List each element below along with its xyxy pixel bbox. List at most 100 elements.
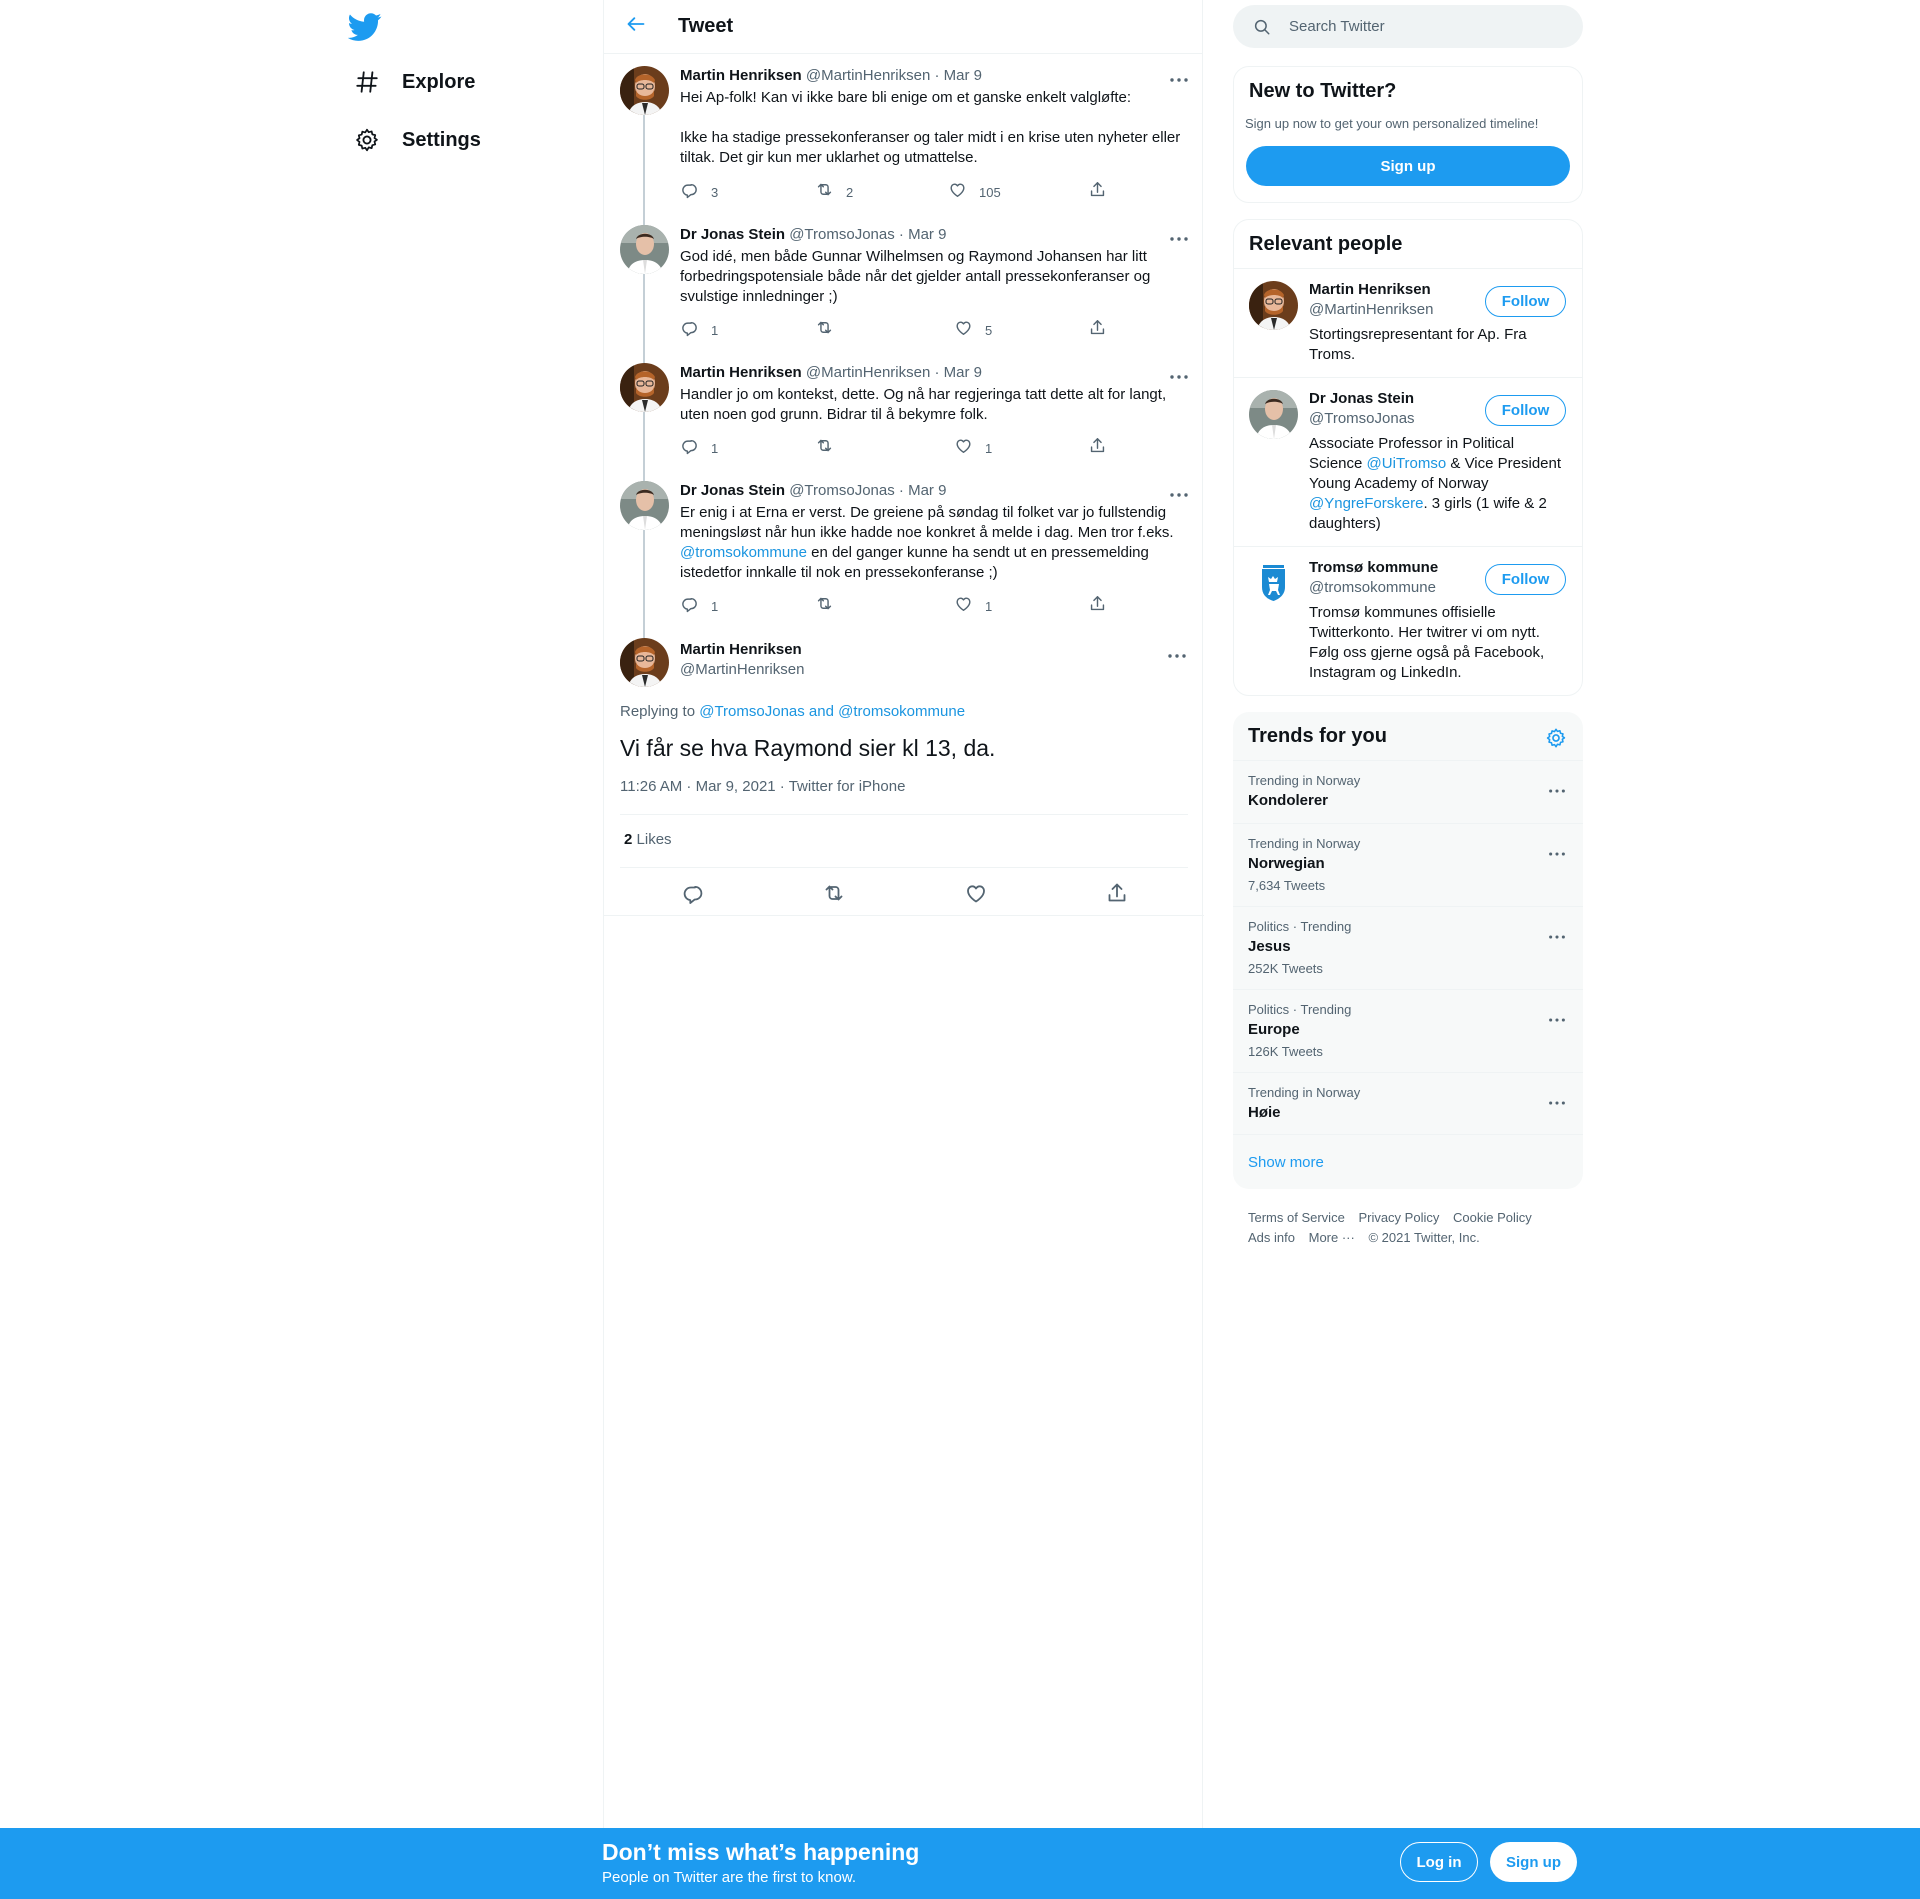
- more-icon[interactable]: [1547, 844, 1567, 854]
- trend-meta: Trending in Norway: [1248, 836, 1361, 851]
- show-more-link[interactable]: Show more: [1248, 1154, 1324, 1171]
- person-item[interactable]: Tromsø kommune @tromsokommune Tromsø kom…: [1234, 546, 1582, 696]
- avatar[interactable]: [1249, 390, 1298, 439]
- retweet-icon[interactable]: [822, 881, 848, 907]
- tweet-date[interactable]: Mar 9: [944, 364, 982, 381]
- like-button[interactable]: 1: [954, 436, 992, 460]
- retweet-button[interactable]: [815, 318, 834, 342]
- thread-tweet[interactable]: Martin Henriksen @MartinHenriksen · Mar …: [604, 64, 1204, 214]
- more-icon[interactable]: [1168, 70, 1190, 84]
- more-icon[interactable]: [1168, 485, 1190, 499]
- share-button[interactable]: [1088, 436, 1107, 460]
- trend-item[interactable]: Trending in Norway Kondolerer: [1233, 760, 1583, 823]
- trend-count: 252K Tweets: [1248, 961, 1323, 976]
- retweet-button[interactable]: [815, 436, 834, 460]
- thread-tweet[interactable]: Martin Henriksen @MartinHenriksen · Mar …: [604, 361, 1204, 471]
- trend-item[interactable]: Politics · Trending Jesus 252K Tweets: [1233, 906, 1583, 989]
- author-name[interactable]: Martin Henriksen: [680, 641, 802, 658]
- thread-tweet[interactable]: Dr Jonas Stein @TromsoJonas · Mar 9 God …: [604, 223, 1204, 353]
- person-name[interactable]: Dr Jonas Stein: [1309, 390, 1414, 407]
- author-name[interactable]: Martin Henriksen: [680, 364, 802, 381]
- tweet-timestamp[interactable]: 11:26 AM · Mar 9, 2021 · Twitter for iPh…: [620, 778, 905, 795]
- retweet-button[interactable]: 2: [815, 180, 853, 204]
- bottom-signup-bar: Don’t miss what’s happening People on Tw…: [0, 1828, 1920, 1899]
- mention-link[interactable]: @YngreForskere: [1309, 495, 1423, 512]
- mention-link[interactable]: @UiTromso: [1367, 455, 1447, 472]
- more-icon[interactable]: [1168, 367, 1190, 381]
- author-handle[interactable]: @TromsoJonas: [789, 482, 895, 499]
- author-handle[interactable]: @TromsoJonas: [789, 226, 895, 243]
- reply-button[interactable]: 3: [680, 180, 718, 204]
- share-button[interactable]: [1088, 318, 1107, 342]
- thread-tweet[interactable]: Dr Jonas Stein @TromsoJonas · Mar 9 Er e…: [604, 479, 1204, 629]
- trend-item[interactable]: Politics · Trending Europe 126K Tweets: [1233, 989, 1583, 1072]
- person-handle[interactable]: @tromsokommune: [1309, 579, 1436, 596]
- mention-link[interactable]: @tromsokommune: [680, 544, 807, 561]
- author-handle[interactable]: @MartinHenriksen: [806, 364, 930, 381]
- author-handle[interactable]: @MartinHenriksen: [806, 67, 930, 84]
- more-link[interactable]: More ···: [1309, 1230, 1355, 1245]
- avatar[interactable]: [620, 66, 669, 115]
- search-input[interactable]: Search Twitter: [1233, 5, 1583, 48]
- nav-explore[interactable]: Explore: [352, 58, 475, 106]
- tweet-date[interactable]: Mar 9: [908, 226, 946, 243]
- more-icon[interactable]: [1547, 1093, 1567, 1103]
- log-in-button[interactable]: Log in: [1400, 1842, 1478, 1882]
- bottom-bar-subtitle: People on Twitter are the first to know.: [602, 1869, 857, 1886]
- share-button[interactable]: [1088, 594, 1107, 618]
- sign-up-button[interactable]: Sign up: [1246, 146, 1570, 186]
- follow-button[interactable]: Follow: [1485, 286, 1566, 317]
- more-icon[interactable]: [1166, 646, 1188, 660]
- reply-count: 1: [711, 322, 719, 338]
- person-handle[interactable]: @MartinHenriksen: [1309, 301, 1433, 318]
- reply-button[interactable]: 1: [680, 436, 718, 460]
- author-handle[interactable]: @MartinHenriksen: [680, 661, 804, 678]
- trend-item[interactable]: Trending in Norway Norwegian 7,634 Tweet…: [1233, 823, 1583, 906]
- like-button[interactable]: 105: [948, 180, 1001, 204]
- reply-icon[interactable]: [681, 881, 707, 907]
- more-icon[interactable]: [1547, 781, 1567, 791]
- avatar[interactable]: [620, 363, 669, 412]
- more-icon[interactable]: [1168, 229, 1190, 243]
- twitter-bird-icon[interactable]: [347, 10, 382, 44]
- like-button[interactable]: 1: [954, 594, 992, 618]
- follow-button[interactable]: Follow: [1485, 395, 1566, 426]
- person-item[interactable]: Martin Henriksen @MartinHenriksen Storti…: [1234, 268, 1582, 378]
- tweet-text: Handler jo om kontekst, dette. Og nå har…: [680, 386, 1167, 423]
- retweet-button[interactable]: [815, 594, 834, 618]
- author-name[interactable]: Dr Jonas Stein: [680, 482, 785, 499]
- nav-settings[interactable]: Settings: [352, 116, 481, 164]
- back-button[interactable]: [618, 9, 654, 45]
- author-name[interactable]: Dr Jonas Stein: [680, 226, 785, 243]
- reply-button[interactable]: 1: [680, 318, 718, 342]
- avatar[interactable]: [1249, 559, 1298, 608]
- follow-button[interactable]: Follow: [1485, 564, 1566, 595]
- more-icon[interactable]: [1547, 927, 1567, 937]
- person-name[interactable]: Martin Henriksen: [1309, 281, 1431, 298]
- person-handle[interactable]: @TromsoJonas: [1309, 410, 1415, 427]
- replying-to-mentions[interactable]: @TromsoJonas and @tromsokommune: [699, 703, 965, 720]
- cookie-link[interactable]: Cookie Policy: [1453, 1210, 1532, 1225]
- avatar[interactable]: [620, 638, 669, 687]
- terms-link[interactable]: Terms of Service: [1248, 1210, 1345, 1225]
- share-button[interactable]: [1088, 180, 1107, 204]
- person-name[interactable]: Tromsø kommune: [1309, 559, 1438, 576]
- avatar[interactable]: [1249, 281, 1298, 330]
- avatar[interactable]: [620, 481, 669, 530]
- reply-button[interactable]: 1: [680, 594, 718, 618]
- author-name[interactable]: Martin Henriksen: [680, 67, 802, 84]
- avatar[interactable]: [620, 225, 669, 274]
- tweet-date[interactable]: Mar 9: [944, 67, 982, 84]
- ads-info-link[interactable]: Ads info: [1248, 1230, 1295, 1245]
- share-icon[interactable]: [1105, 881, 1131, 907]
- likes-summary[interactable]: 2 Likes: [624, 831, 672, 848]
- sign-up-button[interactable]: Sign up: [1490, 1842, 1577, 1882]
- heart-icon[interactable]: [964, 881, 990, 907]
- more-icon[interactable]: [1547, 1010, 1567, 1020]
- person-item[interactable]: Dr Jonas Stein @TromsoJonas Associate Pr…: [1234, 377, 1582, 547]
- tweet-date[interactable]: Mar 9: [908, 482, 946, 499]
- gear-icon[interactable]: [1545, 727, 1567, 749]
- like-button[interactable]: 5: [954, 318, 992, 342]
- trend-item[interactable]: Trending in Norway Høie: [1233, 1072, 1583, 1135]
- privacy-link[interactable]: Privacy Policy: [1358, 1210, 1439, 1225]
